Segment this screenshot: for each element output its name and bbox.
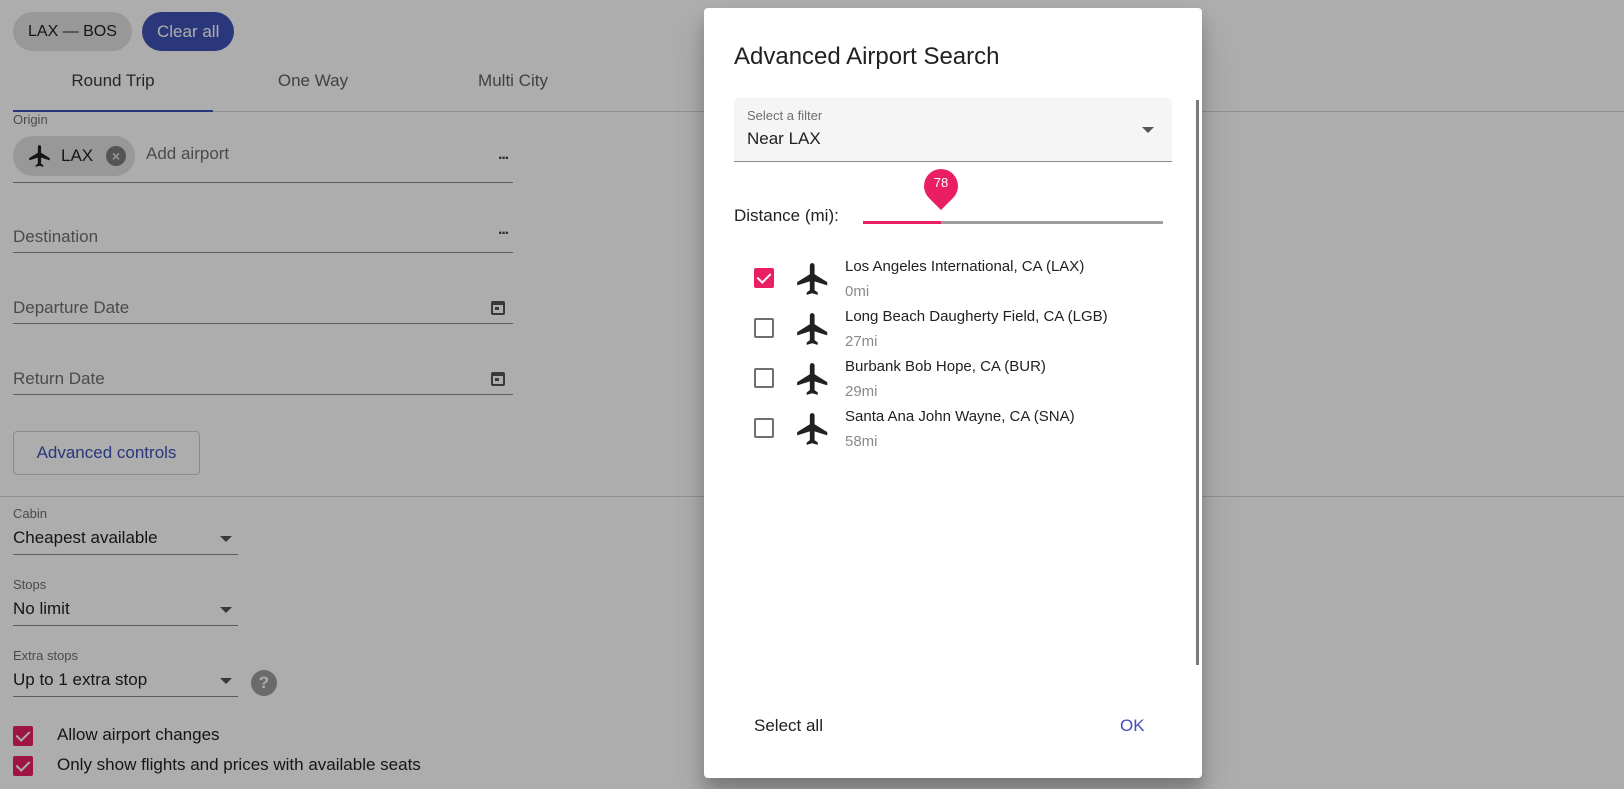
airport-row[interactable]: Long Beach Daugherty Field, CA (LGB) 27mi bbox=[704, 308, 1174, 358]
airport-checkbox[interactable] bbox=[754, 368, 774, 388]
airport-name: Santa Ana John Wayne, CA (SNA) bbox=[845, 408, 1075, 425]
filter-value: Near LAX bbox=[747, 129, 821, 148]
airplane-icon bbox=[797, 413, 828, 445]
airport-name: Long Beach Daugherty Field, CA (LGB) bbox=[845, 308, 1108, 325]
airplane-icon bbox=[797, 313, 828, 345]
airplane-icon bbox=[797, 363, 828, 395]
distance-label: Distance (mi): bbox=[734, 206, 839, 225]
slider-value-label: 78 bbox=[933, 175, 949, 190]
advanced-airport-search-dialog: Advanced Airport Search Select a filter … bbox=[704, 8, 1202, 778]
airport-name: Los Angeles International, CA (LAX) bbox=[845, 258, 1085, 275]
airport-checkbox[interactable] bbox=[754, 268, 774, 288]
airport-distance: 0mi bbox=[845, 283, 870, 300]
slider-fill bbox=[863, 221, 941, 224]
filter-select[interactable]: Select a filter Near LAX bbox=[734, 98, 1172, 162]
dialog-title: Advanced Airport Search bbox=[734, 43, 1000, 70]
airport-distance: 58mi bbox=[845, 433, 878, 450]
airplane-icon bbox=[797, 263, 828, 295]
airport-row[interactable]: Burbank Bob Hope, CA (BUR) 29mi bbox=[704, 358, 1174, 408]
airport-checkbox[interactable] bbox=[754, 318, 774, 338]
airport-distance: 27mi bbox=[845, 333, 878, 350]
filter-label: Select a filter bbox=[747, 108, 823, 123]
airport-distance: 29mi bbox=[845, 383, 878, 400]
scrollbar[interactable] bbox=[1196, 100, 1199, 665]
airport-name: Burbank Bob Hope, CA (BUR) bbox=[845, 358, 1046, 375]
airport-checkbox[interactable] bbox=[754, 418, 774, 438]
airport-row[interactable]: Santa Ana John Wayne, CA (SNA) 58mi bbox=[704, 408, 1174, 458]
ok-button[interactable]: OK bbox=[1120, 716, 1145, 736]
distance-slider[interactable]: 78 bbox=[863, 161, 1163, 233]
select-all-button[interactable]: Select all bbox=[754, 716, 823, 736]
airport-row[interactable]: Los Angeles International, CA (LAX) 0mi bbox=[704, 258, 1174, 308]
chevron-down-icon bbox=[1142, 127, 1154, 133]
